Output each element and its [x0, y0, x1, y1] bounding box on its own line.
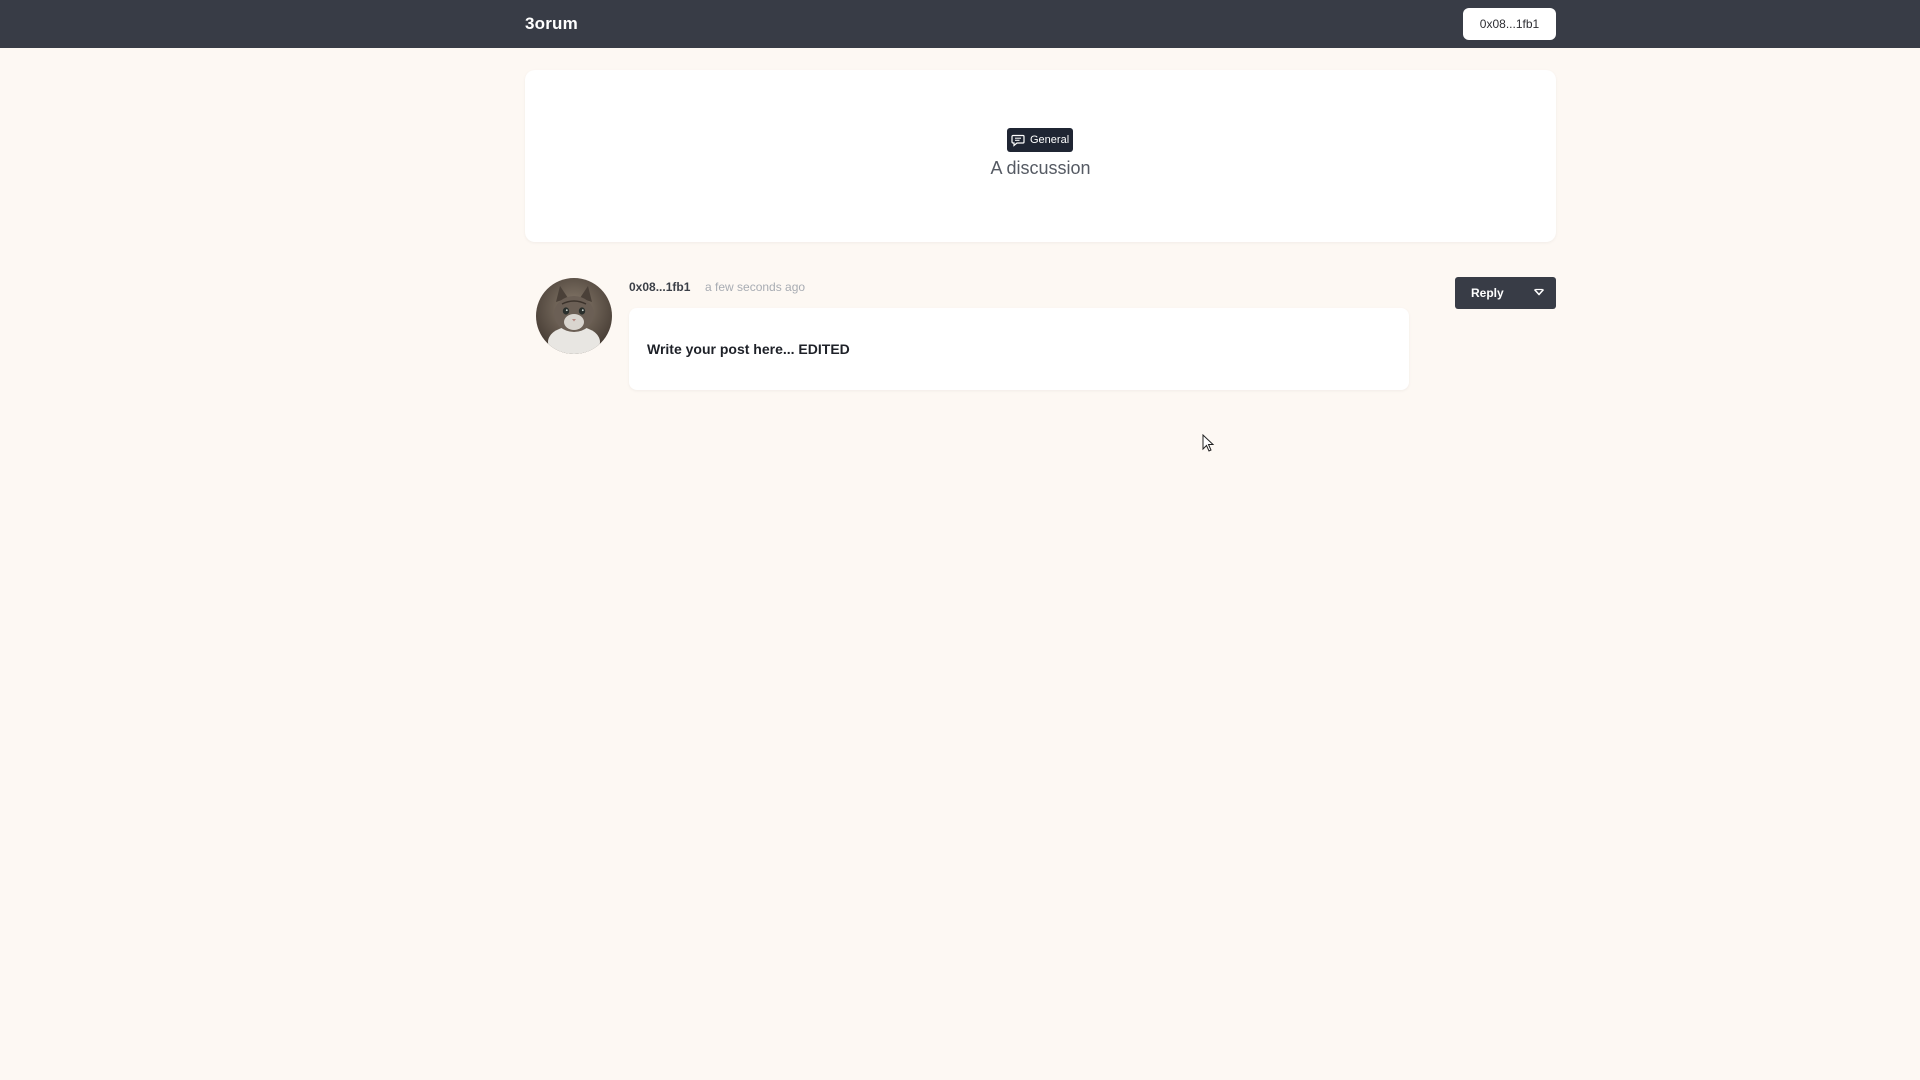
- chat-bubble-icon: [1011, 133, 1025, 147]
- reply-button-group: Reply: [1455, 277, 1556, 309]
- post-timestamp: a few seconds ago: [705, 280, 806, 294]
- reply-button[interactable]: Reply: [1455, 277, 1522, 309]
- thread-header-card: General A discussion: [525, 70, 1556, 242]
- mouse-cursor-icon: [1202, 433, 1216, 459]
- post-body: Write your post here... EDITED: [647, 341, 850, 357]
- avatar[interactable]: [536, 278, 612, 354]
- post-author[interactable]: 0x08...1fb1: [629, 280, 690, 294]
- reply-options-dropdown[interactable]: [1522, 277, 1556, 309]
- top-navbar: 3orum 0x08...1fb1: [0, 0, 1920, 48]
- kitten-avatar-image: [536, 278, 612, 354]
- thread-title: A discussion: [990, 158, 1091, 178]
- chevron-down-icon: [1533, 284, 1545, 302]
- brand-logo[interactable]: 3orum: [525, 14, 578, 34]
- category-badge[interactable]: General: [1007, 128, 1074, 152]
- category-label: General: [1030, 134, 1070, 146]
- wallet-account-button[interactable]: 0x08...1fb1: [1463, 8, 1556, 40]
- post-card: Write your post here... EDITED: [629, 308, 1409, 390]
